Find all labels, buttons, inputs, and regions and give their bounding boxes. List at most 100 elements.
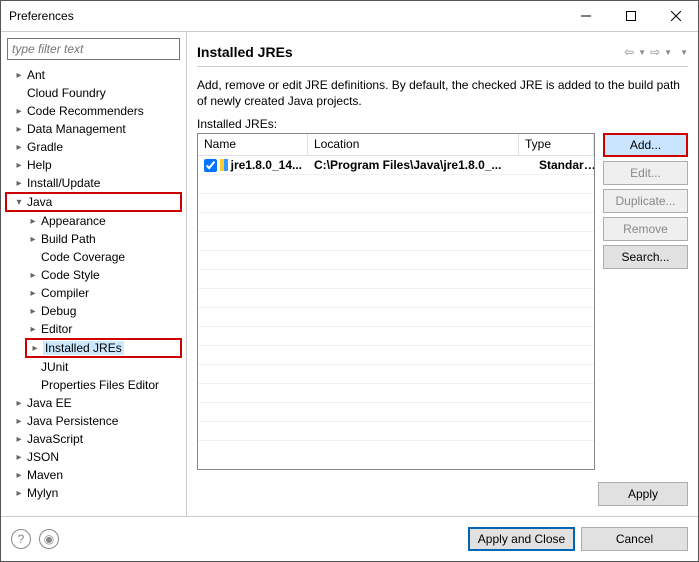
empty-row: [198, 384, 594, 403]
close-button[interactable]: [653, 1, 698, 31]
tree-arrow-icon: ▸: [13, 488, 25, 499]
apply-and-close-button[interactable]: Apply and Close: [468, 527, 575, 551]
tree-arrow-icon: ▸: [13, 142, 25, 153]
window-title: Preferences: [9, 9, 563, 23]
table-header: Name Location Type: [198, 134, 594, 156]
tree-arrow-icon: ▸: [13, 434, 25, 445]
tree-label: Installed JREs: [43, 341, 124, 355]
tree-node-code-style[interactable]: ▸Code Style: [5, 266, 186, 284]
back-icon[interactable]: ⇦: [624, 45, 634, 59]
tree-label: Debug: [41, 304, 76, 318]
maximize-button[interactable]: [608, 1, 653, 31]
help-icon[interactable]: ?: [11, 529, 31, 549]
search-button[interactable]: Search...: [603, 245, 688, 269]
tree-node-gradle[interactable]: ▸Gradle: [5, 138, 186, 156]
jre-type: Standard ...: [533, 158, 594, 172]
tree-node-installed-jres[interactable]: ▸Installed JREs: [25, 338, 182, 358]
dialog-body: ▸AntCloud Foundry▸Code Recommenders▸Data…: [1, 31, 698, 517]
tree-node-compiler[interactable]: ▸Compiler: [5, 284, 186, 302]
tree-node-json[interactable]: ▸JSON: [5, 448, 186, 466]
tree-label: JUnit: [41, 360, 68, 374]
tree-label: Code Style: [41, 268, 100, 282]
table-row[interactable]: jre1.8.0_14... C:\Program Files\Java\jre1…: [198, 156, 594, 175]
jre-name: jre1.8.0_14...: [231, 158, 302, 172]
tree-arrow-icon: ▸: [27, 306, 39, 317]
tree-node-java-persistence[interactable]: ▸Java Persistence: [5, 412, 186, 430]
empty-row: [198, 422, 594, 441]
tree-arrow-icon: ▸: [29, 343, 41, 354]
tree-node-code-coverage[interactable]: Code Coverage: [5, 248, 186, 266]
button-column: Add...Edit...Duplicate...RemoveSearch...: [603, 133, 688, 470]
tree-node-appearance[interactable]: ▸Appearance: [5, 212, 186, 230]
window-controls: [563, 1, 698, 31]
tree-label: Compiler: [41, 286, 89, 300]
tree-node-junit[interactable]: JUnit: [5, 358, 186, 376]
tree-label: Cloud Foundry: [27, 86, 106, 100]
tree-label: Help: [27, 158, 52, 172]
tree-arrow-icon: ▸: [13, 452, 25, 463]
filter-container: [7, 38, 180, 60]
preferences-dialog: Preferences ▸AntCloud Foundry▸Code Recom…: [0, 0, 699, 562]
tree-node-help[interactable]: ▸Help: [5, 156, 186, 174]
tree-arrow-icon: ▸: [13, 124, 25, 135]
jre-location: C:\Program Files\Java\jre1.8.0_...: [308, 158, 533, 172]
add-button[interactable]: Add...: [603, 133, 688, 157]
main-panel: Installed JREs ⇦ ▼ ⇨ ▼ ▼ Add, remove or …: [187, 32, 698, 516]
tree-node-mylyn[interactable]: ▸Mylyn: [5, 484, 186, 502]
empty-row: [198, 308, 594, 327]
table-zone: Name Location Type jre1.8.0_14... C:\Prog…: [197, 133, 688, 470]
back-menu-icon[interactable]: ▼: [638, 48, 646, 57]
tree-label: Ant: [27, 68, 45, 82]
tree-label: Appearance: [41, 214, 106, 228]
tree-label: Mylyn: [27, 486, 58, 500]
tree-arrow-icon: ▸: [27, 288, 39, 299]
tree-node-ant[interactable]: ▸Ant: [5, 66, 186, 84]
tree-arrow-icon: ▸: [13, 398, 25, 409]
column-header-type[interactable]: Type: [519, 134, 594, 155]
tree-node-code-recommenders[interactable]: ▸Code Recommenders: [5, 102, 186, 120]
tree-label: JavaScript: [27, 432, 83, 446]
tree-arrow-icon: ▸: [13, 416, 25, 427]
tree-node-editor[interactable]: ▸Editor: [5, 320, 186, 338]
table-grid: jre1.8.0_14... C:\Program Files\Java\jre1…: [198, 156, 594, 441]
cancel-button[interactable]: Cancel: [581, 527, 688, 551]
tree-node-javascript[interactable]: ▸JavaScript: [5, 430, 186, 448]
forward-icon[interactable]: ⇨: [650, 45, 660, 59]
tree-label: Code Recommenders: [27, 104, 144, 118]
tree-node-cloud-foundry[interactable]: Cloud Foundry: [5, 84, 186, 102]
tree-label: Java EE: [27, 396, 72, 410]
tree-node-properties-files-editor[interactable]: Properties Files Editor: [5, 376, 186, 394]
column-header-location[interactable]: Location: [308, 134, 519, 155]
minimize-button[interactable]: [563, 1, 608, 31]
tree-arrow-icon: ▾: [13, 197, 25, 208]
description-text: Add, remove or edit JRE definitions. By …: [197, 77, 688, 109]
tree-arrow-icon: ▸: [13, 106, 25, 117]
tree-node-install-update[interactable]: ▸Install/Update: [5, 174, 186, 192]
tree-label: Code Coverage: [41, 250, 125, 264]
tree-label: Install/Update: [27, 176, 100, 190]
jre-default-checkbox[interactable]: [204, 159, 217, 172]
empty-row: [198, 251, 594, 270]
column-header-name[interactable]: Name: [198, 134, 308, 155]
tree-arrow-icon: ▸: [27, 216, 39, 227]
tree-node-data-management[interactable]: ▸Data Management: [5, 120, 186, 138]
jre-icon: [220, 159, 228, 171]
tree-node-build-path[interactable]: ▸Build Path: [5, 230, 186, 248]
empty-row: [198, 270, 594, 289]
tree-node-java-ee[interactable]: ▸Java EE: [5, 394, 186, 412]
apply-button[interactable]: Apply: [598, 482, 688, 506]
target-icon[interactable]: ◉: [39, 529, 59, 549]
tree-wrap: ▸AntCloud Foundry▸Code Recommenders▸Data…: [1, 64, 186, 516]
tree-arrow-icon: ▸: [27, 270, 39, 281]
view-menu-icon[interactable]: ▼: [680, 48, 688, 57]
tree-node-debug[interactable]: ▸Debug: [5, 302, 186, 320]
filter-input[interactable]: [7, 38, 180, 60]
empty-row: [198, 346, 594, 365]
tree-node-maven[interactable]: ▸Maven: [5, 466, 186, 484]
forward-menu-icon[interactable]: ▼: [664, 48, 672, 57]
jre-table: Name Location Type jre1.8.0_14... C:\Prog…: [197, 133, 595, 470]
tree-node-java[interactable]: ▾Java: [5, 192, 182, 212]
preferences-tree[interactable]: ▸AntCloud Foundry▸Code Recommenders▸Data…: [1, 64, 186, 516]
tree-arrow-icon: ▸: [13, 470, 25, 481]
table-rows-scroll[interactable]: jre1.8.0_14... C:\Program Files\Java\jre1…: [198, 156, 594, 469]
